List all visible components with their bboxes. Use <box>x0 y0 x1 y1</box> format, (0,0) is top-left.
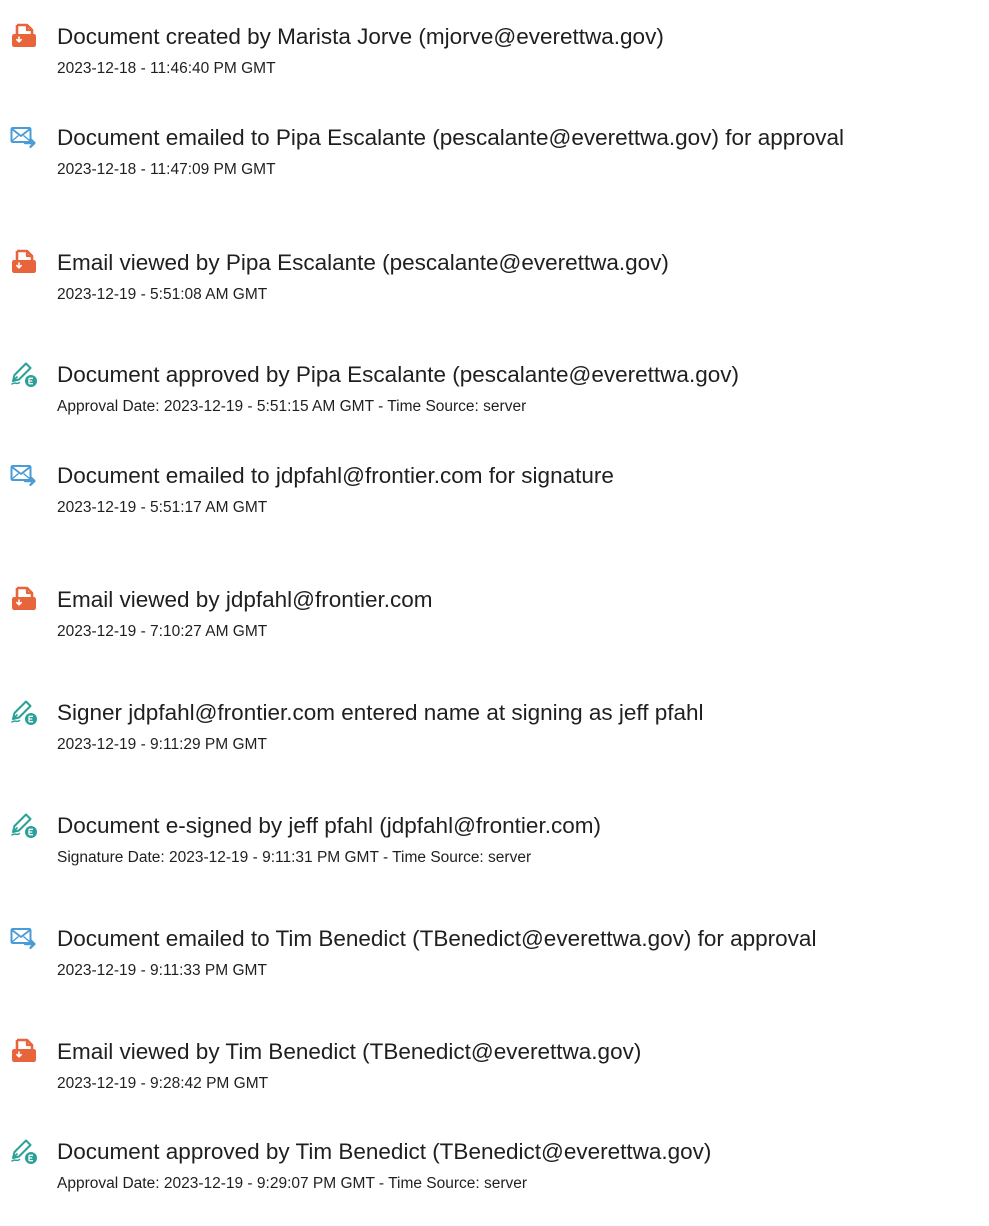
event-title: Email viewed by Pipa Escalante (pescalan… <box>57 250 669 275</box>
event-title: Document approved by Pipa Escalante (pes… <box>57 362 739 387</box>
event-title: Email viewed by Tim Benedict (TBenedict@… <box>57 1039 642 1064</box>
audit-event: Document approved by Pipa Escalante (pes… <box>0 348 989 438</box>
document-icon <box>10 1037 38 1065</box>
event-title: Document e-signed by jeff pfahl (jdpfahl… <box>57 813 601 838</box>
event-date: Approval Date: 2023-12-19 - 5:51:15 AM G… <box>57 398 527 415</box>
event-date: Signature Date: 2023-12-19 - 9:11:31 PM … <box>57 849 532 866</box>
event-title: Email viewed by jdpfahl@frontier.com <box>57 587 433 612</box>
event-title: Document emailed to jdpfahl@frontier.com… <box>57 463 614 488</box>
event-date: 2023-12-19 - 9:11:33 PM GMT <box>57 962 267 979</box>
event-date: 2023-12-19 - 9:11:29 PM GMT <box>57 736 267 753</box>
event-date: 2023-12-19 - 5:51:08 AM GMT <box>57 286 268 303</box>
event-date: 2023-12-18 - 11:47:09 PM GMT <box>57 161 276 178</box>
audit-event: Email viewed by jdpfahl@frontier.com 202… <box>0 573 989 663</box>
audit-event: Document approved by Tim Benedict (TBene… <box>0 1125 989 1215</box>
event-title: Document emailed to Pipa Escalante (pesc… <box>57 125 845 150</box>
audit-event: Document emailed to Pipa Escalante (pesc… <box>0 111 989 201</box>
email-icon <box>10 924 38 952</box>
event-title: Document emailed to Tim Benedict (TBened… <box>57 926 817 951</box>
document-icon <box>10 248 38 276</box>
event-date: 2023-12-19 - 5:51:17 AM GMT <box>57 499 268 516</box>
email-icon <box>10 461 38 489</box>
audit-event: Signer jdpfahl@frontier.com entered name… <box>0 686 989 776</box>
event-date: 2023-12-19 - 9:28:42 PM GMT <box>57 1075 269 1092</box>
audit-event: Document created by Marista Jorve (mjorv… <box>0 10 989 100</box>
email-icon <box>10 123 38 151</box>
event-title: Signer jdpfahl@frontier.com entered name… <box>57 700 704 725</box>
signature-icon <box>10 811 38 839</box>
audit-event: Email viewed by Tim Benedict (TBenedict@… <box>0 1025 989 1115</box>
audit-event: Document e-signed by jeff pfahl (jdpfahl… <box>0 799 989 889</box>
audit-event: Document emailed to jdpfahl@frontier.com… <box>0 449 989 539</box>
event-title: Document created by Marista Jorve (mjorv… <box>57 24 664 49</box>
event-date: Approval Date: 2023-12-19 - 9:29:07 PM G… <box>57 1175 528 1192</box>
signature-icon <box>10 360 38 388</box>
signature-icon <box>10 1137 38 1165</box>
document-icon <box>10 22 38 50</box>
event-date: 2023-12-19 - 7:10:27 AM GMT <box>57 623 268 640</box>
event-title: Document approved by Tim Benedict (TBene… <box>57 1139 712 1164</box>
audit-event: Email viewed by Pipa Escalante (pescalan… <box>0 236 989 326</box>
signature-icon <box>10 698 38 726</box>
document-icon <box>10 585 38 613</box>
event-date: 2023-12-18 - 11:46:40 PM GMT <box>57 60 276 77</box>
audit-event: Document emailed to Tim Benedict (TBened… <box>0 912 989 1002</box>
